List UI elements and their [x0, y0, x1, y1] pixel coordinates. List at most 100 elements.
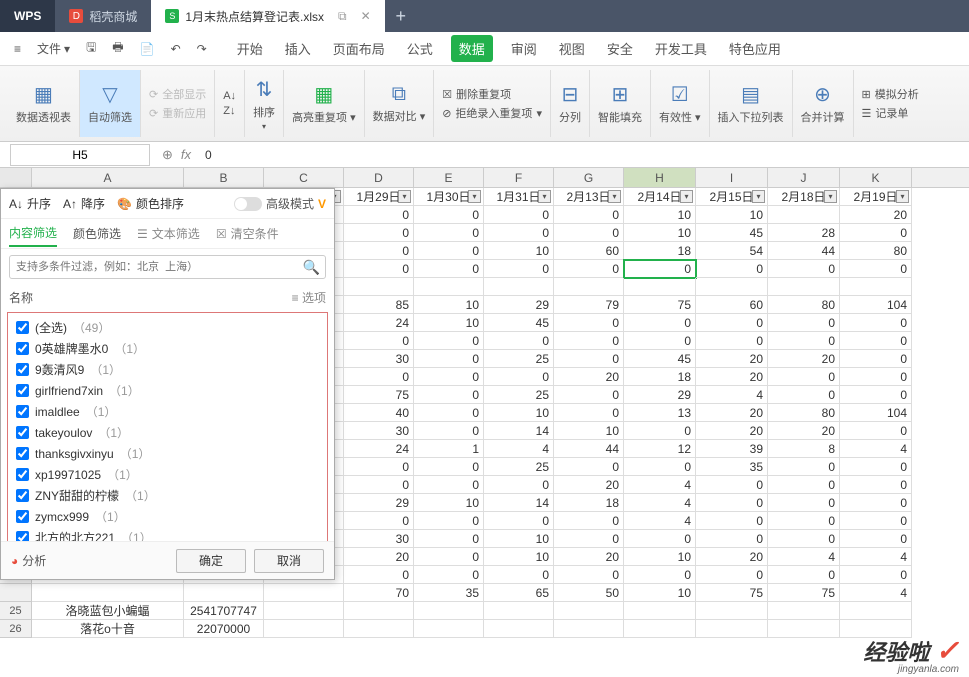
cell[interactable]: 0 [554, 206, 624, 224]
filter-item[interactable]: 0英雄牌墨水0 （1） [12, 338, 323, 359]
simulate-button[interactable]: ⊞ 模拟分析 [862, 86, 919, 102]
cell[interactable]: 0 [840, 476, 912, 494]
cell[interactable]: 12 [624, 440, 696, 458]
cell[interactable]: 0 [840, 314, 912, 332]
cell[interactable]: 80 [840, 242, 912, 260]
cell[interactable] [414, 602, 484, 620]
fx-icon[interactable]: fx [181, 147, 191, 163]
col-header-F[interactable]: F [484, 168, 554, 187]
col-header-D[interactable]: D [344, 168, 414, 187]
col-header-J[interactable]: J [768, 168, 840, 187]
cell[interactable]: 18 [624, 242, 696, 260]
ribbon-highlight[interactable]: ▦高亮重复项 ▾ [284, 70, 365, 137]
reject-dupe-button[interactable]: ⊘ 拒绝录入重复项 ▾ [442, 105, 542, 121]
cell[interactable]: 30 [344, 530, 414, 548]
filter-item[interactable]: takeyoulov （1） [12, 422, 323, 443]
file-menu[interactable]: 文件 ▾ [31, 37, 76, 60]
cell[interactable]: 10 [414, 494, 484, 512]
filter-arrow-icon[interactable]: ▾ [680, 190, 693, 203]
cell[interactable]: 10 [484, 530, 554, 548]
window-mode-icon[interactable]: ⧉ [338, 9, 347, 24]
menu-review[interactable]: 审阅 [507, 35, 541, 62]
cell[interactable]: 75 [344, 386, 414, 404]
header-cell[interactable]: 1月29日▾ [344, 188, 414, 206]
cell[interactable]: 1 [414, 440, 484, 458]
cell[interactable]: 0 [624, 314, 696, 332]
cell[interactable] [554, 620, 624, 638]
cell[interactable]: 79 [554, 296, 624, 314]
ribbon-compare[interactable]: ⧉数据对比 ▾ [365, 70, 435, 137]
cell[interactable]: 20 [344, 548, 414, 566]
cell[interactable]: 44 [554, 440, 624, 458]
cell[interactable]: 104 [840, 404, 912, 422]
header-cell[interactable]: 2月19日▾ [840, 188, 912, 206]
redo-icon[interactable]: ↷ [191, 39, 213, 59]
cell[interactable]: 0 [840, 368, 912, 386]
color-sort-button[interactable]: 🎨 颜色排序 [117, 195, 184, 212]
sort-desc-icon[interactable]: Z↓ [223, 105, 235, 117]
cell[interactable] [840, 278, 912, 296]
cell[interactable]: 0 [414, 368, 484, 386]
cell[interactable] [344, 620, 414, 638]
cell[interactable]: 20 [554, 476, 624, 494]
cell[interactable]: 30 [344, 350, 414, 368]
cell[interactable]: 22070000 [184, 620, 264, 638]
cell[interactable]: 0 [768, 494, 840, 512]
ribbon-smartfill[interactable]: ⊞智能填充 [590, 70, 651, 137]
cell[interactable]: 24 [344, 314, 414, 332]
cell[interactable]: 0 [414, 512, 484, 530]
close-tab-icon[interactable]: ✕ [361, 9, 371, 23]
cell[interactable]: 104 [840, 296, 912, 314]
cell[interactable]: 0 [344, 242, 414, 260]
cell[interactable]: 13 [624, 404, 696, 422]
ribbon-validity[interactable]: ☑有效性 ▾ [651, 70, 710, 137]
cell[interactable] [624, 602, 696, 620]
ribbon-dropdown[interactable]: ▤插入下拉列表 [710, 70, 793, 137]
filter-arrow-icon[interactable]: ▾ [752, 190, 765, 203]
cell[interactable]: 0 [344, 260, 414, 278]
record-button[interactable]: ☰ 记录单 [862, 105, 909, 121]
cell[interactable]: 4 [624, 476, 696, 494]
col-header-H[interactable]: H [624, 168, 696, 187]
filter-tab-text[interactable]: ☰ 文本筛选 [137, 225, 200, 242]
cell[interactable]: 0 [768, 332, 840, 350]
cell[interactable] [264, 584, 344, 602]
sort-desc-button[interactable]: A↑ 降序 [63, 195, 105, 212]
cell[interactable] [264, 602, 344, 620]
cell[interactable]: 0 [624, 530, 696, 548]
cell[interactable]: 0 [414, 386, 484, 404]
cell[interactable]: 20 [768, 350, 840, 368]
undo-icon[interactable]: ↶ [165, 39, 187, 59]
filter-checkbox[interactable] [16, 342, 29, 355]
cell[interactable]: 0 [554, 332, 624, 350]
filter-arrow-icon[interactable]: ▾ [608, 190, 621, 203]
cell[interactable]: 20 [554, 368, 624, 386]
cell[interactable]: 0 [344, 332, 414, 350]
cell[interactable]: 75 [624, 296, 696, 314]
cell[interactable]: 60 [696, 296, 768, 314]
filter-item[interactable]: 9轰清风9 （1） [12, 359, 323, 380]
cell[interactable]: 0 [768, 512, 840, 530]
filter-item[interactable]: ZNY甜甜的柠檬 （1） [12, 485, 323, 506]
cell[interactable]: 0 [344, 224, 414, 242]
cell[interactable]: 0 [624, 566, 696, 584]
filter-item[interactable]: girlfriend7xin （1） [12, 380, 323, 401]
filter-arrow-icon[interactable]: ▾ [538, 190, 551, 203]
cell[interactable]: 0 [840, 224, 912, 242]
cell[interactable]: 0 [840, 530, 912, 548]
cell[interactable] [768, 278, 840, 296]
cell[interactable]: 0 [554, 512, 624, 530]
cell[interactable]: 0 [344, 458, 414, 476]
cell[interactable]: 0 [554, 404, 624, 422]
print-icon[interactable]: 🖶 [106, 35, 129, 62]
filter-item[interactable]: xp19971025 （1） [12, 464, 323, 485]
cell[interactable]: 60 [554, 242, 624, 260]
filter-tab-clear[interactable]: ☒ 清空条件 [216, 225, 279, 242]
cell[interactable] [696, 278, 768, 296]
cell[interactable]: 25 [484, 350, 554, 368]
cell[interactable]: 0 [840, 458, 912, 476]
cell[interactable] [414, 620, 484, 638]
menu-icon[interactable]: ≡ [8, 39, 27, 59]
menu-start[interactable]: 开始 [233, 35, 267, 62]
cell[interactable] [344, 278, 414, 296]
